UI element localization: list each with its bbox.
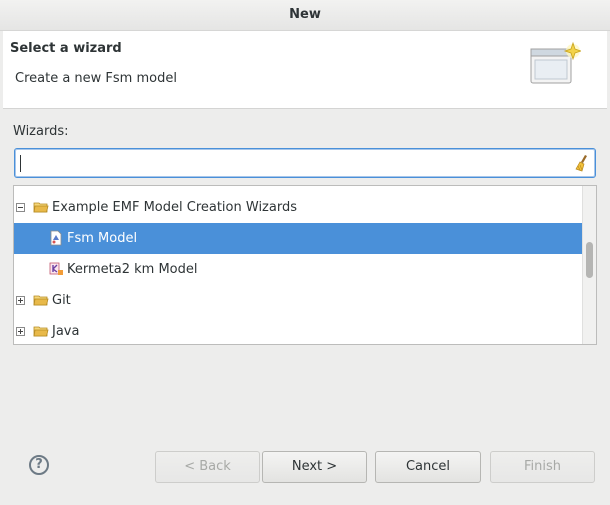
folder-icon (33, 326, 49, 337)
tree-scrollbar[interactable] (582, 186, 596, 344)
next-button[interactable]: Next > (262, 451, 367, 483)
banner-description: Create a new Fsm model (15, 71, 177, 86)
tree-item-label: Git (52, 293, 71, 308)
tree-item-label: Fsm Model (67, 231, 138, 246)
wizard-tree[interactable]: Example EMF Model Creation Wizards Fsm M… (13, 185, 597, 345)
scroll-thumb[interactable] (586, 242, 593, 278)
tree-item-example-emf[interactable]: Example EMF Model Creation Wizards (14, 192, 584, 223)
collapse-icon[interactable] (16, 203, 25, 212)
wizard-filter-input[interactable] (19, 153, 573, 175)
clear-broom-icon[interactable] (574, 154, 592, 172)
text-caret (20, 155, 21, 172)
wizard-filter-field[interactable] (14, 148, 596, 178)
tree-item-kermeta-model[interactable]: Kermeta2 km Model (14, 254, 584, 285)
tree-item-git[interactable]: Git (14, 285, 584, 316)
new-wizard-dialog: New Select a wizard Create a new Fsm mod… (0, 0, 610, 505)
window-title: New (0, 0, 610, 31)
folder-icon (33, 295, 49, 306)
new-wizard-icon (530, 41, 581, 84)
finish-button[interactable]: Finish (490, 451, 595, 483)
tree-item-fsm-model[interactable]: Fsm Model (14, 223, 584, 254)
cancel-button[interactable]: Cancel (375, 451, 481, 483)
wizard-banner: Select a wizard Create a new Fsm model (3, 31, 607, 109)
tree-item-label: Example EMF Model Creation Wizards (52, 200, 297, 215)
tree-item-label: Kermeta2 km Model (67, 262, 198, 277)
tree-item-label: Java (52, 324, 80, 339)
kermeta-model-icon (49, 262, 63, 275)
help-icon[interactable]: ? (29, 455, 49, 475)
emf-model-icon (50, 230, 62, 246)
tree-item-java[interactable]: Java (14, 316, 584, 344)
banner-title: Select a wizard (10, 41, 122, 56)
wizards-label: Wizards: (13, 124, 69, 139)
expand-icon[interactable] (16, 327, 25, 336)
back-button[interactable]: < Back (155, 451, 260, 483)
expand-icon[interactable] (16, 296, 25, 305)
open-folder-icon (33, 202, 49, 213)
